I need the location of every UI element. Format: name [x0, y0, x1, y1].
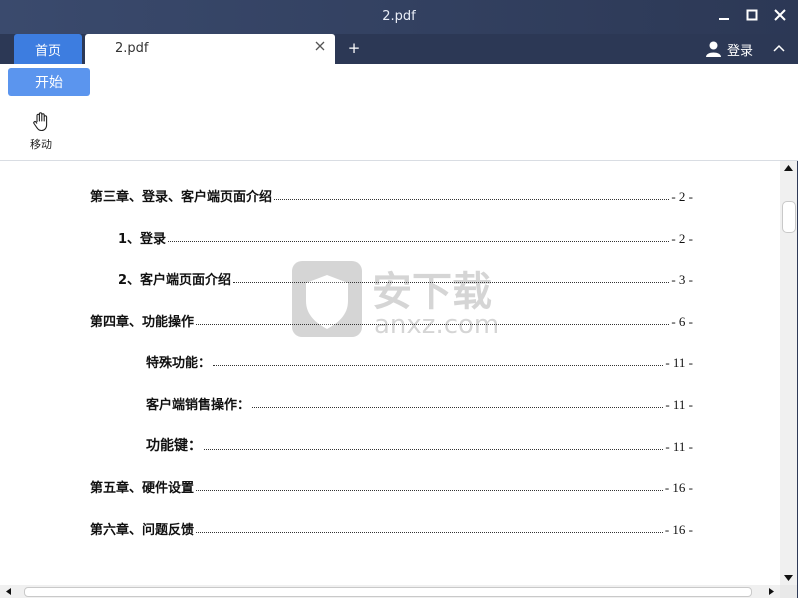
tab-bar: 首页 2.pdf + 登录 [0, 34, 798, 64]
toc-entry-title: 特殊功能： [146, 356, 212, 371]
toc-entry[interactable]: 第五章、硬件设置 - 16 - [90, 474, 693, 496]
watermark-brand: 安下载 [372, 269, 492, 315]
document-viewport[interactable]: 第三章、登录、客户端页面介绍 - 2 - 1、登录 - 2 - 2、客户端页面介… [0, 161, 780, 585]
title-bar: 2.pdf [0, 0, 798, 34]
toc-entry-title: 第三章、登录、客户端页面介绍 [90, 190, 273, 205]
toc-leader [213, 364, 664, 366]
toc-entry[interactable]: 第三章、登录、客户端页面介绍 - 2 - [90, 183, 693, 205]
toc-entry[interactable]: 1、登录 - 2 - [118, 225, 693, 247]
tab-close-icon[interactable] [313, 40, 327, 54]
toc-leader [196, 489, 663, 491]
vertical-scroll-thumb[interactable] [782, 201, 796, 233]
toc-entry-title: 第六章、问题反馈 [90, 523, 195, 538]
toc-leader [204, 448, 664, 450]
toc-leader [252, 406, 664, 408]
toc-entry-page: - 16 - [664, 480, 693, 495]
login-label: 登录 [727, 43, 754, 59]
toc-entry-title: 功能键： [146, 438, 202, 454]
start-tab-button[interactable]: 开始 [8, 68, 90, 96]
toc-entry-page: - 6 - [671, 314, 693, 329]
hand-icon [33, 112, 48, 132]
tab-document-label: 2.pdf [115, 41, 149, 56]
toc-leader [168, 240, 670, 242]
close-icon[interactable] [772, 7, 788, 23]
move-tool-label: 移动 [30, 138, 52, 151]
horizontal-scroll-thumb[interactable] [24, 587, 752, 597]
tab-document[interactable]: 2.pdf [85, 34, 335, 64]
add-tab-button[interactable]: + [346, 39, 362, 57]
vertical-scrollbar[interactable] [780, 161, 797, 585]
toc-entry-page: - 11 - [665, 397, 693, 412]
login-button[interactable]: 登录 [706, 39, 753, 59]
watermark-domain: anxz.com [374, 310, 499, 339]
toc-entry[interactable]: 功能键： - 11 - [146, 433, 693, 455]
toc-entry-title: 2、客户端页面介绍 [118, 273, 232, 288]
toc-entry-page: - 11 - [665, 439, 693, 454]
toc-entry[interactable]: 特殊功能： - 11 - [146, 349, 693, 371]
toc-entry-title: 客户端销售操作： [146, 398, 251, 413]
scroll-left-arrow-icon[interactable] [4, 587, 13, 596]
toc-entry-title: 第四章、功能操作 [90, 315, 195, 330]
scrollbar-corner [780, 585, 797, 598]
tab-home[interactable]: 首页 [14, 34, 82, 64]
horizontal-scrollbar[interactable] [0, 585, 780, 598]
toc-entry-page: - 11 - [665, 355, 693, 370]
toc-entry-title: 1、登录 [118, 232, 167, 247]
toc-entry[interactable]: 客户端销售操作： - 11 - [146, 391, 693, 413]
toc-leader [274, 198, 670, 200]
window-controls [716, 7, 788, 23]
watermark-logo: 安下载 anxz.com [290, 259, 520, 343]
toc-entry[interactable]: 第六章、问题反馈 - 16 - [90, 516, 693, 538]
scroll-down-arrow-icon[interactable] [783, 573, 794, 583]
toc-entry-page: - 2 - [671, 189, 693, 204]
toc-entry-page: - 2 - [671, 231, 693, 246]
scroll-right-arrow-icon[interactable] [767, 587, 776, 596]
toc-leader [196, 531, 663, 533]
user-icon [706, 41, 721, 57]
minimize-icon[interactable] [716, 7, 732, 23]
ribbon-toolbar: 开始 移动 [0, 64, 798, 161]
toc-entry-page: - 3 - [671, 272, 693, 287]
move-tool-button[interactable]: 移动 [24, 112, 58, 152]
toc-entry-title: 第五章、硬件设置 [90, 481, 195, 496]
chevron-up-icon[interactable] [772, 40, 788, 56]
maximize-icon[interactable] [744, 7, 760, 23]
window-title: 2.pdf [382, 9, 416, 24]
scroll-up-arrow-icon[interactable] [783, 163, 794, 173]
toc-entry-page: - 16 - [664, 522, 693, 537]
